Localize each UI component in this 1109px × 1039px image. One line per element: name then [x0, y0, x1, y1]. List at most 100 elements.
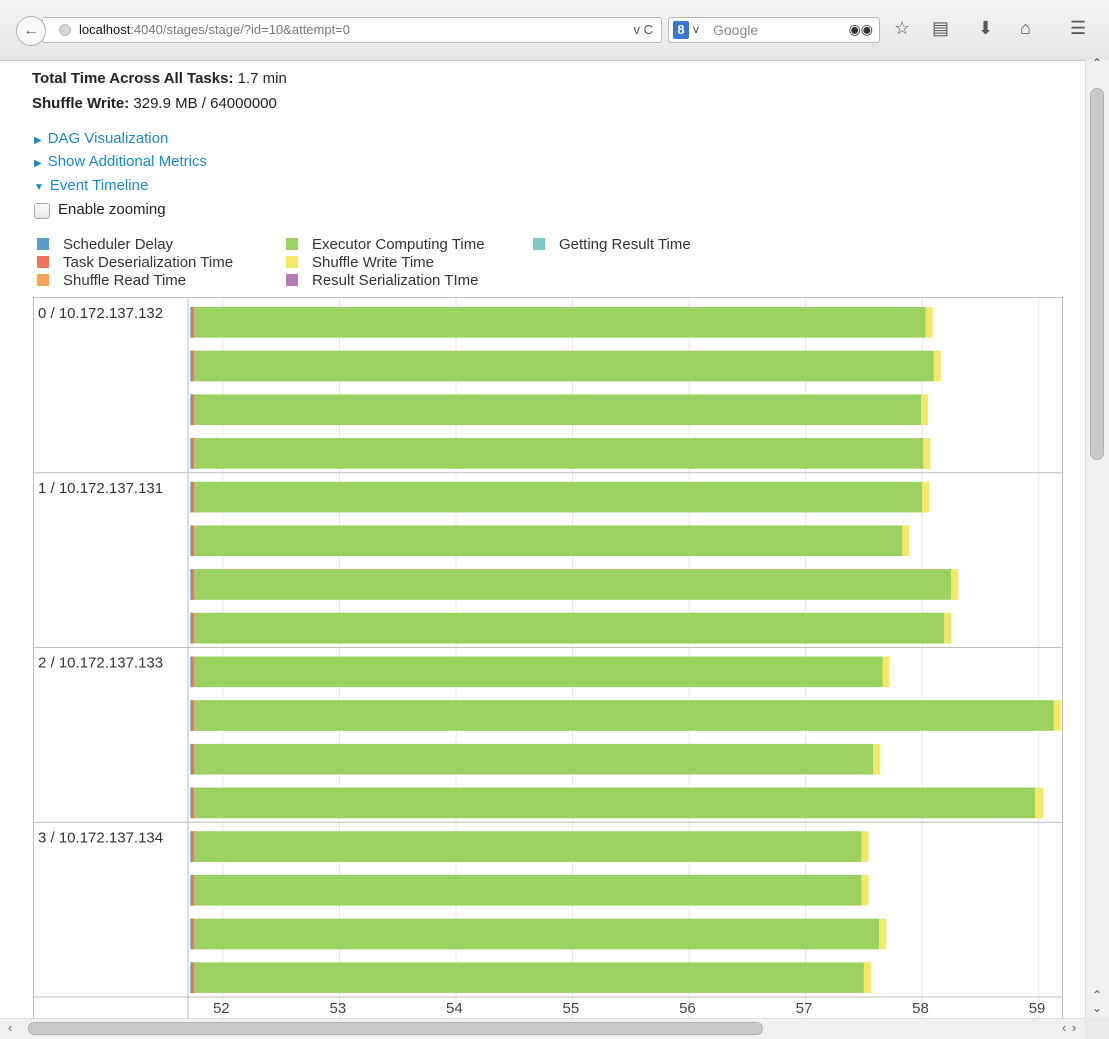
task-deserialization-bar [191, 350, 195, 382]
scroll-left-icon[interactable]: ‹ [1062, 1020, 1066, 1035]
task-shuffle-write-bar [925, 307, 933, 338]
legend-swatch [286, 256, 298, 268]
executor-group-label: 1 / 10.172.137.131 [38, 480, 163, 497]
executor-group-label: 0 / 10.172.137.132 [38, 305, 163, 322]
task-shuffle-write-bar [861, 874, 869, 906]
x-tick-label: 57 [796, 1000, 813, 1017]
task-executor-computing-bar [194, 525, 903, 557]
x-tick-label: 56 [679, 1000, 696, 1017]
horizontal-scroll-thumb[interactable] [28, 1022, 763, 1035]
task-shuffle-write-bar [1053, 700, 1061, 731]
task-executor-computing-bar [194, 918, 880, 950]
task-deserialization-bar [191, 874, 195, 906]
legend-getting-result: Getting Result Time [533, 236, 691, 254]
download-icon[interactable]: ⬇ [978, 18, 993, 39]
task-executor-computing-bar [194, 831, 862, 862]
task-executor-computing-bar [194, 700, 1054, 731]
task-executor-computing-bar [194, 962, 864, 993]
task-executor-computing-bar [194, 481, 923, 513]
horizontal-scrollbar[interactable]: ‹ ‹ › [0, 1018, 1085, 1039]
reload-button[interactable]: v C [634, 22, 654, 37]
task-shuffle-write-bar [873, 743, 881, 775]
legend-shuffle-read: Shuffle Read Time [37, 272, 186, 290]
task-executor-computing-bar [194, 787, 1036, 819]
legend-task-deserialization: Task Deserialization Time [37, 254, 233, 272]
triangle-down-icon: ▼ [34, 182, 44, 193]
task-shuffle-write-bar [920, 394, 928, 426]
task-executor-computing-bar [194, 569, 952, 600]
search-engine-dropdown[interactable]: v [693, 22, 699, 36]
legend-swatch [37, 274, 49, 286]
globe-icon [59, 24, 71, 36]
scroll-up-icon[interactable]: ⌃ [1092, 56, 1102, 70]
task-deserialization-bar [191, 481, 195, 513]
task-shuffle-write-bar [944, 612, 952, 644]
scroll-up-icon[interactable]: ⌃ [1092, 988, 1102, 1002]
task-deserialization-bar [191, 831, 195, 862]
legend-executor-computing: Executor Computing Time [286, 236, 485, 254]
task-deserialization-bar [191, 394, 195, 426]
menu-icon[interactable]: ☰ [1070, 18, 1086, 39]
task-executor-computing-bar [194, 438, 924, 469]
browser-toolbar: localhost:4040/stages/stage/?id=10&attem… [0, 0, 1109, 61]
home-icon[interactable]: ⌂ [1020, 18, 1031, 39]
task-executor-computing-bar [194, 394, 921, 426]
url-bar[interactable]: localhost:4040/stages/stage/?id=10&attem… [42, 17, 662, 43]
search-input[interactable]: Google [713, 22, 758, 38]
task-shuffle-write-bar [951, 569, 959, 600]
triangle-right-icon: ▶ [34, 158, 42, 169]
task-executor-computing-bar [194, 743, 874, 775]
task-shuffle-write-bar [923, 438, 931, 469]
task-shuffle-write-bar [902, 525, 910, 557]
task-deserialization-bar [191, 569, 195, 600]
task-deserialization-bar [191, 787, 195, 819]
task-executor-computing-bar [194, 350, 934, 382]
task-deserialization-bar [191, 918, 195, 950]
legend-scheduler-delay: Scheduler Delay [37, 236, 173, 254]
scroll-left-icon[interactable]: ‹ [8, 1020, 12, 1035]
task-deserialization-bar [191, 612, 195, 644]
star-icon[interactable]: ☆ [894, 18, 910, 39]
clipboard-icon[interactable]: ▤ [932, 18, 949, 39]
task-shuffle-write-bar [1035, 787, 1044, 819]
back-arrow-icon: ← [23, 22, 39, 39]
task-deserialization-bar [191, 962, 195, 993]
shuffle-write-summary: Shuffle Write: 329.9 MB / 64000000 [32, 95, 277, 112]
x-tick-label: 58 [912, 1000, 929, 1017]
back-button[interactable]: ← [16, 16, 46, 46]
scrollbar-corner [1085, 1018, 1109, 1039]
vertical-scroll-thumb[interactable] [1090, 88, 1104, 460]
show-additional-metrics-link[interactable]: ▶ Show Additional Metrics [34, 153, 207, 170]
scroll-down-icon[interactable]: ⌄ [1092, 1001, 1102, 1015]
scroll-right-icon[interactable]: › [1072, 1020, 1076, 1035]
legend-swatch [286, 274, 298, 286]
task-shuffle-write-bar [933, 350, 941, 382]
x-tick-label: 54 [446, 1000, 463, 1017]
task-deserialization-bar [191, 525, 195, 557]
search-bar[interactable]: 8 v Google ◉◉ [668, 17, 880, 43]
legend-swatch [286, 238, 298, 250]
triangle-right-icon: ▶ [34, 135, 42, 146]
enable-zooming-label: Enable zooming [58, 201, 166, 218]
x-tick-label: 52 [213, 1000, 230, 1017]
x-tick-label: 55 [563, 1000, 580, 1017]
event-timeline-chart[interactable]: 52 53 54 55 56 57 58 59 0 / 10.172.137.132 1 / 10… [33, 297, 1063, 1019]
dag-visualization-link[interactable]: ▶ DAG Visualization [34, 130, 168, 147]
task-deserialization-bar [191, 656, 195, 688]
executor-group-label: 2 / 10.172.137.133 [38, 655, 163, 672]
task-deserialization-bar [191, 743, 195, 775]
task-deserialization-bar [191, 700, 195, 731]
enable-zooming-checkbox[interactable] [34, 203, 50, 219]
executor-group-label: 3 / 10.172.137.134 [38, 829, 163, 846]
vertical-scrollbar[interactable]: ⌃ ⌃ ⌄ [1085, 56, 1109, 1018]
legend-swatch [37, 238, 49, 250]
x-tick-label: 53 [329, 1000, 346, 1017]
task-shuffle-write-bar [863, 962, 871, 993]
task-deserialization-bar [191, 307, 195, 338]
x-tick-label: 59 [1029, 1000, 1046, 1017]
event-timeline-link[interactable]: ▼ Event Timeline [34, 177, 148, 194]
legend-shuffle-write: Shuffle Write Time [286, 254, 434, 272]
search-engine-icon[interactable]: 8 [673, 21, 689, 39]
url-text[interactable]: localhost:4040/stages/stage/?id=10&attem… [79, 22, 350, 37]
binoculars-icon[interactable]: ◉◉ [849, 21, 873, 38]
